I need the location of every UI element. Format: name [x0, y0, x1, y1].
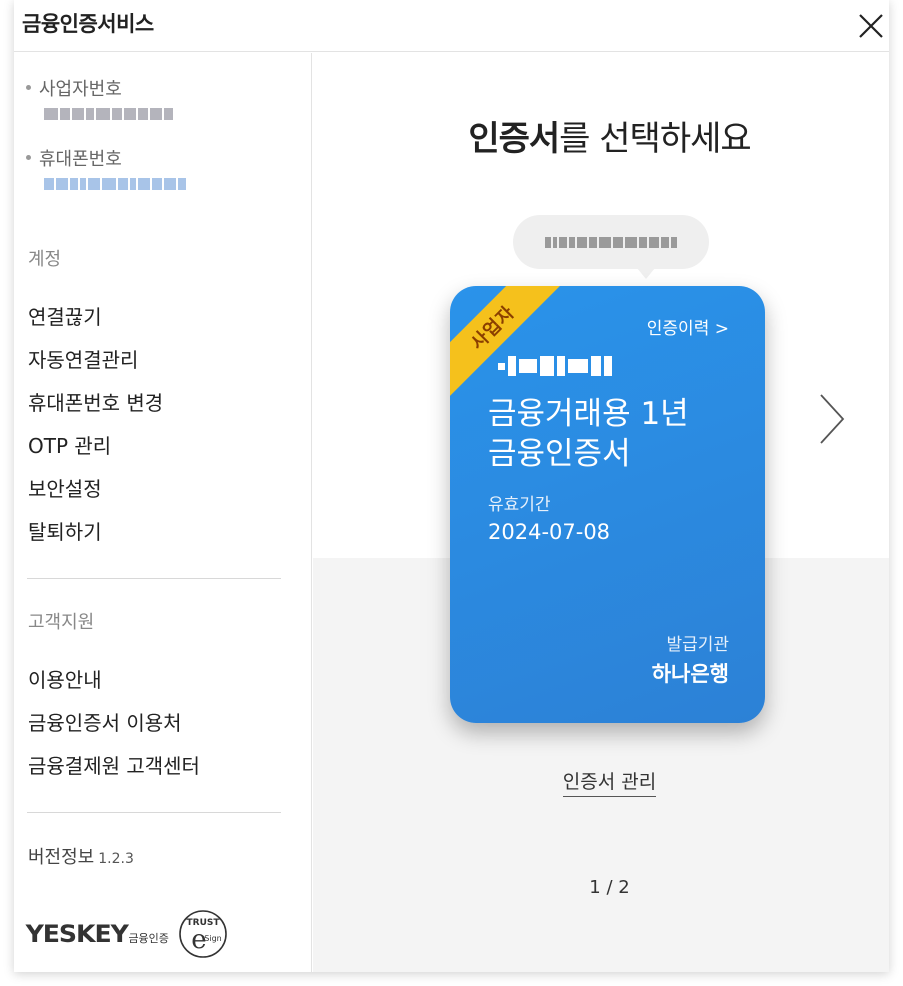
business-badge-label: 사업자 [467, 302, 520, 355]
yeskey-logo: YESKEY [25, 920, 129, 948]
business-number-redacted [44, 105, 173, 123]
menu-guide[interactable]: 이용안내 [28, 664, 102, 693]
cert-name-line1: 금융거래용 1년 [488, 396, 689, 432]
menu-withdraw[interactable]: 탈퇴하기 [28, 516, 102, 545]
issuer-label: 발급기관 [666, 635, 729, 655]
menu-auto-connect[interactable]: 자동연결관리 [28, 344, 138, 373]
sidebar: 사업자번호 휴대폰번호 계정 연결끊기 자동연결관리 휴대폰번호 변경 OTP … [14, 53, 312, 972]
divider [27, 578, 281, 579]
heading-bold: 인증서 [468, 119, 560, 159]
business-number-block: 사업자번호 [26, 75, 173, 123]
phone-number-label: 휴대폰번호 [39, 149, 122, 170]
issuer-name: 하나은행 [651, 662, 729, 686]
yeskey-logo-sub: 금융인증 [128, 932, 169, 945]
divider [27, 812, 281, 813]
main-panel: 인증서를 선택하세요 사업자 인증이력 > 금융거래용 1년 금융인증서 유효기… [313, 53, 889, 972]
menu-otp[interactable]: OTP 관리 [28, 430, 111, 459]
cert-holder-redacted [498, 356, 612, 376]
support-section-title: 고객지원 [28, 612, 95, 633]
close-icon [859, 14, 883, 38]
title-bar: 금융인증서비스 [14, 0, 889, 52]
bullet-icon [26, 154, 31, 160]
version-label: 버전정보 [28, 847, 95, 868]
chevron-right-icon [820, 394, 845, 444]
menu-disconnect[interactable]: 연결끊기 [28, 301, 102, 330]
business-number-label: 사업자번호 [39, 79, 122, 100]
menu-usage-places[interactable]: 금융인증서 이용처 [28, 707, 182, 736]
phone-number-block: 휴대폰번호 [26, 145, 186, 193]
certificate-card[interactable]: 사업자 인증이력 > 금융거래용 1년 금융인증서 유효기간 2024-07-0… [450, 286, 765, 723]
menu-change-phone[interactable]: 휴대폰번호 변경 [28, 387, 163, 416]
page-indicator: 1 / 2 [589, 877, 630, 898]
menu-customer-center[interactable]: 금융결제원 고객센터 [28, 750, 200, 779]
version-number: 1.2.3 [98, 851, 134, 867]
trust-esign-logo: TRUST e Sign [179, 910, 227, 958]
brand-logos: YESKEY 금융인증 TRUST e Sign [25, 908, 229, 960]
app-title: 금융인증서비스 [22, 12, 154, 36]
svg-text:Sign: Sign [204, 934, 221, 943]
heading-rest: 를 선택하세요 [559, 119, 751, 159]
cert-history-link[interactable]: 인증이력 > [647, 314, 729, 339]
cert-name-line2: 금융인증서 [488, 436, 631, 472]
business-badge: 사업자 [450, 286, 563, 398]
valid-period-label: 유효기간 [488, 495, 551, 515]
page-heading: 인증서를 선택하세요 [313, 111, 903, 160]
account-section-title: 계정 [28, 249, 62, 270]
version-info: 버전정보 1.2.3 [28, 843, 134, 869]
next-cert-button[interactable] [817, 391, 847, 447]
certificate-service-window: 금융인증서비스 사업자번호 휴대폰번호 계정 연결끊기 자동연결관리 휴대폰번호… [14, 0, 889, 972]
valid-period-date: 2024-07-08 [488, 520, 611, 544]
cert-owner-redacted [545, 236, 677, 248]
close-button[interactable] [855, 10, 887, 42]
cert-manage-link[interactable]: 인증서 관리 [313, 767, 903, 797]
bullet-icon [26, 84, 31, 90]
phone-number-redacted [44, 175, 186, 193]
cert-name: 금융거래용 1년 금융인증서 [488, 394, 689, 474]
cert-manage-label: 인증서 관리 [562, 771, 657, 797]
cert-owner-bubble [513, 215, 709, 279]
menu-security[interactable]: 보안설정 [28, 473, 102, 502]
